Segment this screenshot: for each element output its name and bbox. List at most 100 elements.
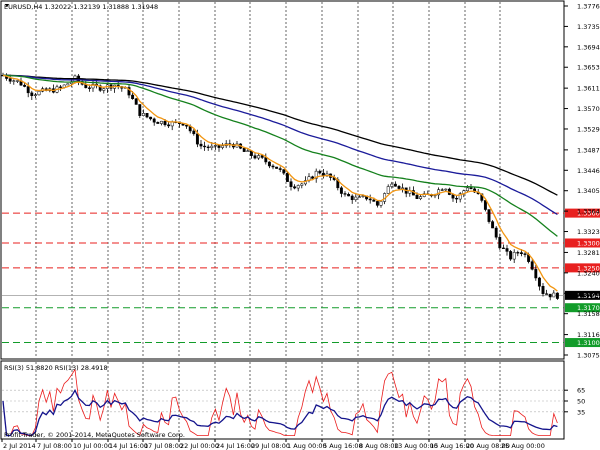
- candle-body: [102, 88, 106, 91]
- candle-body: [509, 251, 513, 260]
- candle-body: [512, 252, 516, 260]
- y-tick-label: 1.30750: [577, 352, 600, 360]
- candle-body: [440, 189, 444, 191]
- y-tick-label: 1.36110: [577, 85, 600, 93]
- x-tick-label: 14 Jul 16:00: [109, 442, 148, 450]
- candle-body: [347, 193, 351, 197]
- candle-body: [210, 145, 214, 149]
- candle-body: [523, 253, 527, 255]
- x-tick-label: 2 Jul 2014: [3, 442, 36, 450]
- candle-body: [498, 236, 502, 249]
- candle-body: [203, 145, 207, 148]
- candle-body: [505, 248, 509, 252]
- candle-body: [242, 148, 246, 152]
- candle-body: [393, 183, 397, 187]
- y-tick-label: 1.34870: [577, 146, 600, 154]
- candle-body: [555, 292, 559, 299]
- y-tick-label: 1.32400: [577, 269, 600, 277]
- candle-body: [192, 130, 196, 135]
- candle-body: [134, 98, 138, 105]
- y-tick-label: 1.32810: [577, 249, 600, 257]
- mt4-chart-window[interactable]: 1.336001.330001.325001.317001.310001.319…: [0, 0, 600, 450]
- candle-body: [451, 194, 455, 199]
- candle-body: [343, 193, 347, 195]
- candle-body: [548, 293, 552, 298]
- price-chart[interactable]: 1.336001.330001.325001.317001.310001.319…: [0, 0, 600, 450]
- y-tick-label: 1.34460: [577, 167, 600, 175]
- candle-body: [282, 169, 286, 174]
- x-tick-label: 1 Aug 00:00: [287, 442, 327, 450]
- rsi-tick-label: 35: [577, 408, 585, 416]
- candle-body: [339, 187, 343, 194]
- x-tick-label: 29 Jul 08:00: [251, 442, 290, 450]
- candle-body: [311, 176, 315, 179]
- candle-body: [469, 187, 473, 190]
- candle-body: [145, 113, 149, 118]
- x-tick-label: 22 Jul 00:00: [180, 442, 219, 450]
- x-tick-label: 10 Jul 00:00: [73, 442, 112, 450]
- candle-body: [419, 196, 423, 199]
- y-tick-label: 1.36530: [577, 64, 600, 72]
- candle-body: [300, 183, 304, 186]
- y-tick-label: 1.33640: [577, 208, 600, 216]
- y-tick-label: 1.34050: [577, 187, 600, 195]
- candle-body: [501, 247, 505, 249]
- candle-body: [375, 201, 379, 206]
- candle-body: [465, 187, 469, 192]
- y-tick-label: 1.31160: [577, 331, 600, 339]
- y-tick-label: 1.31990: [577, 290, 600, 298]
- candle-body: [357, 196, 361, 198]
- candle-body: [141, 113, 145, 116]
- candle-body: [267, 161, 271, 167]
- candle-body: [296, 185, 300, 189]
- candle-body: [379, 201, 383, 206]
- candle-body: [26, 86, 30, 94]
- candle-body: [491, 221, 495, 229]
- candle-body: [246, 150, 250, 152]
- candle-body: [37, 91, 41, 96]
- candle-body: [66, 83, 70, 86]
- candle-body: [23, 84, 27, 87]
- candle-body: [354, 196, 358, 201]
- candle-body: [33, 94, 37, 96]
- candle-body: [415, 194, 419, 199]
- rsi-tick-label: 65: [577, 387, 585, 395]
- candle-body: [199, 143, 203, 147]
- candle-body: [131, 94, 135, 100]
- candle-body: [318, 170, 322, 174]
- candle-body: [87, 87, 91, 89]
- y-tick-label: 1.35290: [577, 125, 600, 133]
- candle-body: [163, 120, 167, 126]
- candle-body: [278, 168, 282, 170]
- rsi-tick-label: 50: [577, 398, 585, 406]
- candle-body: [530, 261, 534, 270]
- candle-body: [519, 252, 523, 254]
- candle-body: [167, 124, 171, 127]
- candle-body: [494, 227, 498, 238]
- copyright-text: Profit-Trader, © 2001-2014, MetaQuotes S…: [4, 431, 185, 439]
- candle-body: [455, 197, 459, 200]
- candle-body: [516, 252, 520, 254]
- candle-body: [372, 199, 376, 202]
- candle-body: [149, 116, 153, 120]
- candle-body: [545, 293, 549, 295]
- y-tick-label: 1.35700: [577, 105, 600, 113]
- candle-body: [350, 195, 354, 201]
- candle-body: [361, 195, 365, 197]
- candle-body: [138, 104, 142, 116]
- candle-body: [271, 165, 275, 168]
- candle-body: [390, 183, 394, 187]
- candle-body: [289, 181, 293, 187]
- level-tag-label: 1.31000: [577, 339, 600, 347]
- x-tick-label: 25 Aug 00:00: [501, 442, 545, 450]
- x-tick-label: 7 Jul 08:00: [37, 442, 72, 450]
- candle-body: [537, 277, 541, 287]
- candle-body: [206, 146, 210, 149]
- candle-body: [397, 186, 401, 189]
- y-tick-label: 1.37350: [577, 23, 600, 31]
- candle-body: [156, 121, 160, 124]
- candle-body: [293, 186, 297, 189]
- candle-body: [170, 121, 174, 127]
- candle-body: [483, 200, 487, 210]
- candle-body: [152, 118, 156, 123]
